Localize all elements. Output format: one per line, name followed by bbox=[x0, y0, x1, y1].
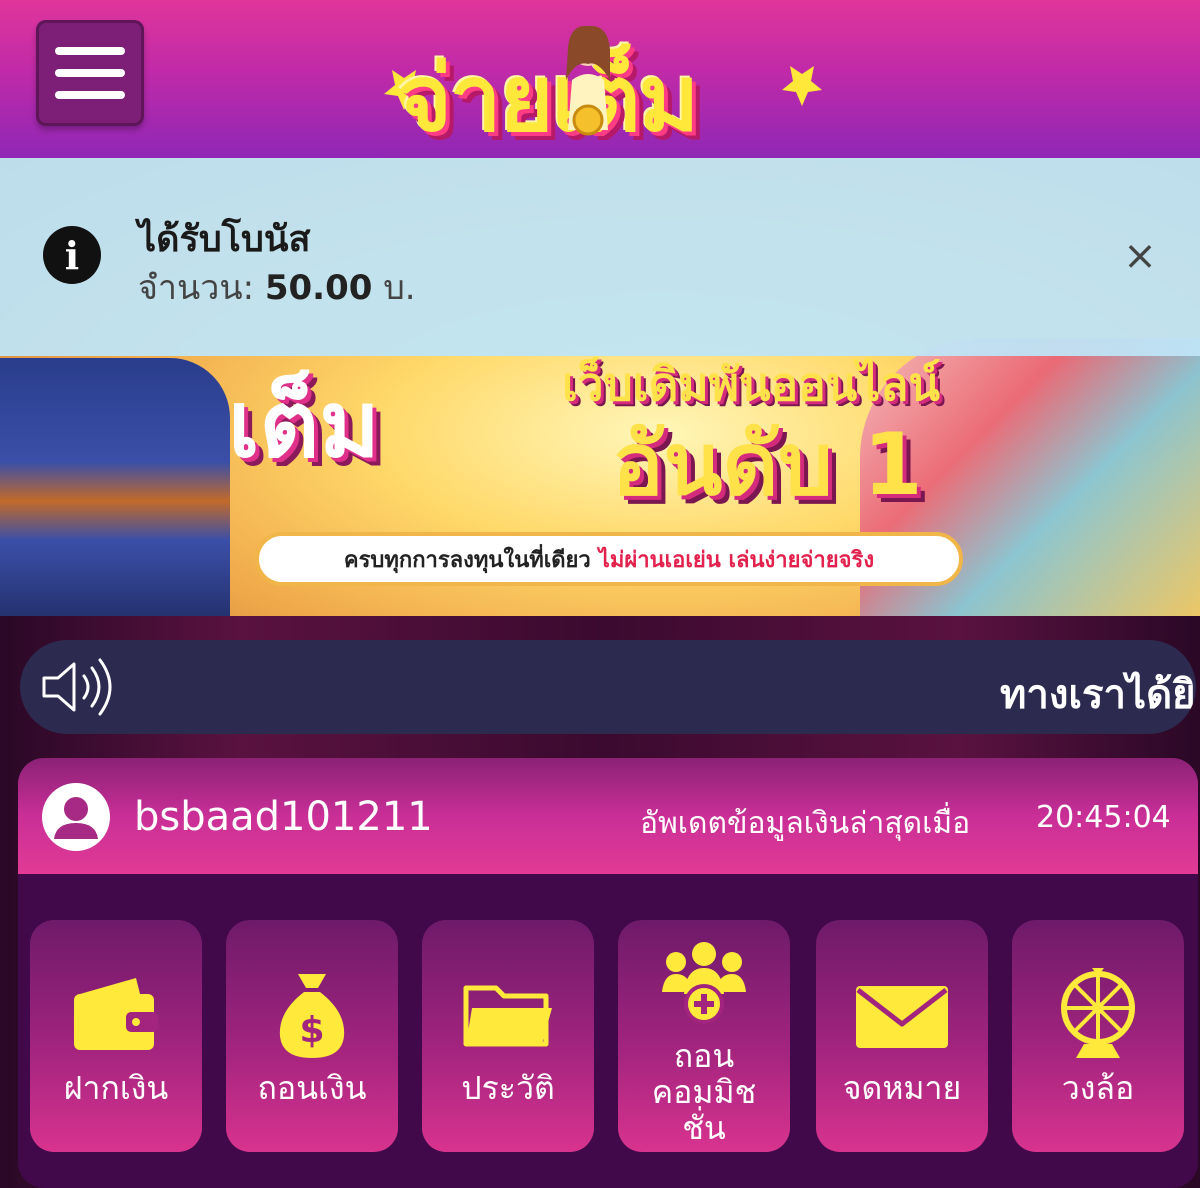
banner-logo-word: เต็ม bbox=[228, 371, 380, 478]
wheel-icon bbox=[1061, 968, 1135, 1058]
amount-unit: บ. bbox=[383, 268, 416, 308]
money-bag-icon: $ bbox=[279, 974, 345, 1058]
tile-label: จดหมาย bbox=[842, 1069, 962, 1107]
deposit-button[interactable]: ฝากเงิน bbox=[30, 920, 202, 1152]
user-avatar-icon bbox=[42, 783, 110, 851]
envelope-icon bbox=[856, 986, 948, 1048]
tile-label: ประวัติ bbox=[461, 1069, 555, 1107]
tile-label-line2: คอมมิช bbox=[651, 1073, 757, 1111]
tagline-main: ครบทุกการลงทุนในที่เดียว bbox=[343, 547, 591, 573]
notification-title: ได้รับโบนัส bbox=[138, 219, 311, 260]
banner-tagline: ครบทุกการลงทุนในที่เดียว ไม่ผ่านเอเย่น เ… bbox=[255, 532, 963, 586]
folder-icon bbox=[463, 985, 552, 1047]
tile-label: ฝากเงิน bbox=[63, 1069, 169, 1107]
balance-update-label: อัพเดตข้อมูลเงินล่าสุดเมื่อ bbox=[640, 806, 971, 841]
menu-button[interactable] bbox=[36, 20, 144, 126]
commission-withdraw-button[interactable]: ถอน คอมมิช ชั่น bbox=[618, 920, 790, 1152]
history-button[interactable]: ประวัติ bbox=[422, 920, 594, 1152]
wheel-button[interactable]: วงล้อ bbox=[1012, 920, 1184, 1152]
mailbox-button[interactable]: จดหมาย bbox=[816, 920, 988, 1152]
account-header: bsbaad101211 อัพเดตข้อมูลเงินล่าสุดเมื่อ… bbox=[18, 758, 1198, 874]
info-icon: i bbox=[43, 226, 101, 284]
logo-text: จ่ายเต็ม bbox=[398, 45, 699, 152]
marquee-text: ทางเราได้ยิ bbox=[1000, 672, 1196, 718]
tile-label-line1: ถอน bbox=[673, 1037, 735, 1075]
username: bsbaad101211 bbox=[134, 794, 433, 840]
hamburger-icon-bar-1 bbox=[55, 47, 125, 55]
banner-rank: อันดับ 1 bbox=[612, 415, 923, 515]
amount-label: จำนวน: bbox=[138, 268, 255, 308]
top-header: จ่ายเต็ม bbox=[0, 0, 1200, 158]
balance-update-time: 20:45:04 bbox=[1036, 800, 1171, 835]
group-add-icon bbox=[662, 942, 746, 1024]
tile-label: ถอนเงิน bbox=[257, 1069, 367, 1107]
hamburger-icon-bar-2 bbox=[55, 69, 125, 77]
hamburger-icon-bar-3 bbox=[55, 91, 125, 99]
tile-label-line3: ชั่น bbox=[682, 1109, 726, 1147]
close-icon[interactable]: × bbox=[1120, 236, 1160, 276]
withdraw-button[interactable]: $ ถอนเงิน bbox=[226, 920, 398, 1152]
svg-text:$: $ bbox=[299, 1010, 324, 1051]
announcement-marquee: ทางเราได้ยิ bbox=[20, 640, 1196, 734]
tile-label: วงล้อ bbox=[1061, 1069, 1135, 1107]
wallet-icon bbox=[74, 978, 158, 1050]
site-logo[interactable]: จ่ายเต็ม bbox=[378, 10, 828, 152]
banner-character-left bbox=[0, 358, 230, 616]
amount-value: 50.00 bbox=[264, 268, 373, 308]
account-panel: bsbaad101211 อัพเดตข้อมูลเงินล่าสุดเมื่อ… bbox=[18, 758, 1198, 1188]
notification-body: จำนวน: 50.00 บ. bbox=[138, 260, 416, 314]
logo-mascot-icon bbox=[566, 25, 610, 136]
tagline-highlight: ไม่ผ่านเอเย่น เล่นง่ายจ่ายจริง bbox=[598, 547, 875, 573]
speaker-icon bbox=[42, 658, 112, 716]
